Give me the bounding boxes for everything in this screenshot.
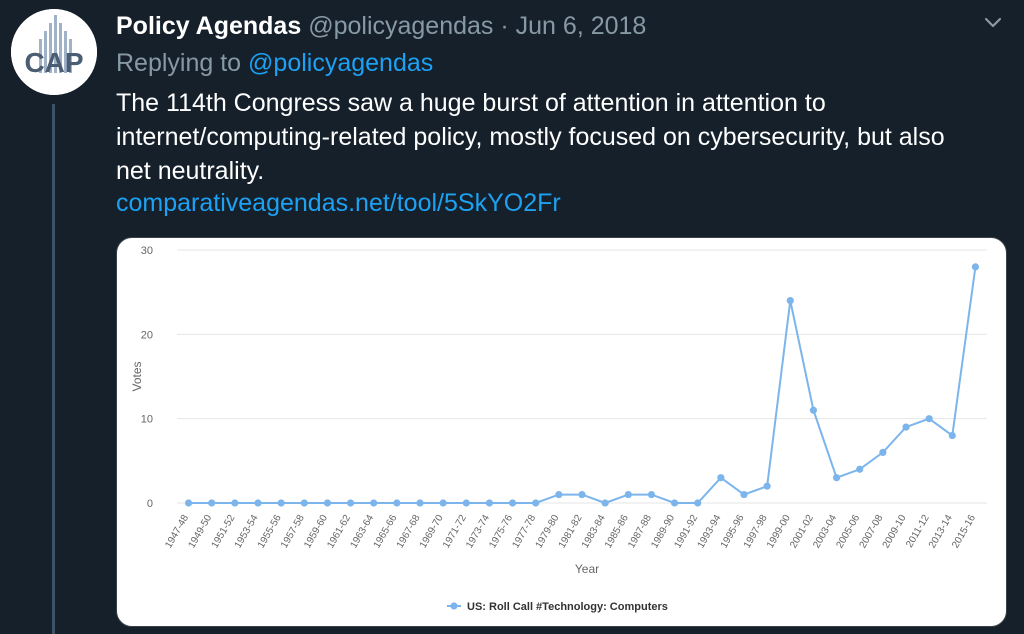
data-point bbox=[555, 490, 563, 499]
data-point bbox=[694, 499, 702, 507]
tweet[interactable]: CAP Policy Agendas @policyagendas · Jun … bbox=[0, 0, 1024, 634]
y-tick-label: 30 bbox=[141, 245, 153, 257]
data-point bbox=[416, 499, 424, 507]
data-point bbox=[717, 474, 725, 482]
data-point bbox=[277, 499, 285, 507]
data-point bbox=[323, 499, 332, 507]
data-point bbox=[208, 499, 216, 507]
data-point bbox=[624, 490, 632, 499]
data-point bbox=[300, 499, 308, 507]
replying-to-label: Replying to bbox=[116, 49, 242, 77]
data-point bbox=[578, 490, 586, 499]
data-point bbox=[184, 499, 193, 507]
thread-line bbox=[52, 104, 55, 634]
data-point bbox=[809, 406, 818, 414]
separator-dot: · bbox=[500, 12, 509, 40]
data-point bbox=[879, 448, 887, 456]
tweet-link[interactable]: comparativeagendas.net/tool/5SkYO2Fr bbox=[116, 187, 561, 219]
data-point bbox=[647, 490, 656, 499]
replying-to: Replying to @policyagendas bbox=[116, 47, 433, 79]
data-point bbox=[485, 499, 494, 507]
data-point bbox=[902, 423, 910, 431]
data-point bbox=[856, 465, 864, 473]
legend-label: US: Roll Call #Technology: Computers bbox=[467, 601, 668, 613]
avatar[interactable]: CAP bbox=[11, 9, 97, 95]
data-point bbox=[670, 499, 679, 507]
avatar-text: CAP bbox=[24, 47, 83, 78]
data-point bbox=[532, 499, 540, 507]
data-point bbox=[439, 499, 447, 507]
tweet-text-line: The 114th Congress saw a huge burst of a… bbox=[116, 89, 826, 117]
chevron-down-icon[interactable] bbox=[982, 12, 1004, 34]
author-handle[interactable]: @policyagendas bbox=[308, 12, 493, 40]
data-point bbox=[393, 499, 401, 507]
data-point bbox=[832, 474, 841, 482]
reply-mention-link[interactable]: @policyagendas bbox=[248, 49, 433, 77]
chart-image[interactable]: 0 10 20 30 Votes 1947-48 1949-50 1951-52 1953-54… bbox=[116, 237, 1007, 627]
data-point bbox=[601, 499, 609, 507]
data-point bbox=[346, 499, 355, 507]
data-point bbox=[763, 482, 771, 490]
data-point bbox=[925, 415, 933, 423]
data-point bbox=[948, 431, 956, 440]
y-axis-title: Votes bbox=[130, 361, 144, 391]
line-chart: 0102030Votes1947-481949-501951-521953-54… bbox=[130, 245, 987, 613]
data-point bbox=[254, 499, 262, 507]
data-point bbox=[370, 499, 378, 507]
tweet-text: The 114th Congress saw a huge burst of a… bbox=[116, 86, 1016, 188]
data-point bbox=[508, 499, 517, 507]
y-tick-label: 10 bbox=[141, 414, 153, 426]
tweet-date[interactable]: Jun 6, 2018 bbox=[516, 12, 647, 40]
x-axis-title: Year bbox=[575, 562, 599, 576]
data-point bbox=[462, 499, 470, 507]
y-tick-label: 20 bbox=[141, 329, 153, 341]
cap-logo-icon: CAP bbox=[11, 9, 97, 95]
tweet-text-line: net neutrality. bbox=[116, 157, 265, 185]
data-point bbox=[231, 499, 239, 507]
y-tick-label: 0 bbox=[147, 498, 153, 510]
data-point bbox=[740, 490, 748, 499]
data-point bbox=[971, 263, 980, 271]
data-point bbox=[786, 297, 794, 305]
tweet-text-line: internet/computing-related policy, mostl… bbox=[116, 123, 945, 151]
tweet-header: Policy Agendas @policyagendas · Jun 6, 2… bbox=[116, 10, 646, 42]
author-name[interactable]: Policy Agendas bbox=[116, 12, 301, 40]
legend-marker bbox=[450, 602, 458, 610]
